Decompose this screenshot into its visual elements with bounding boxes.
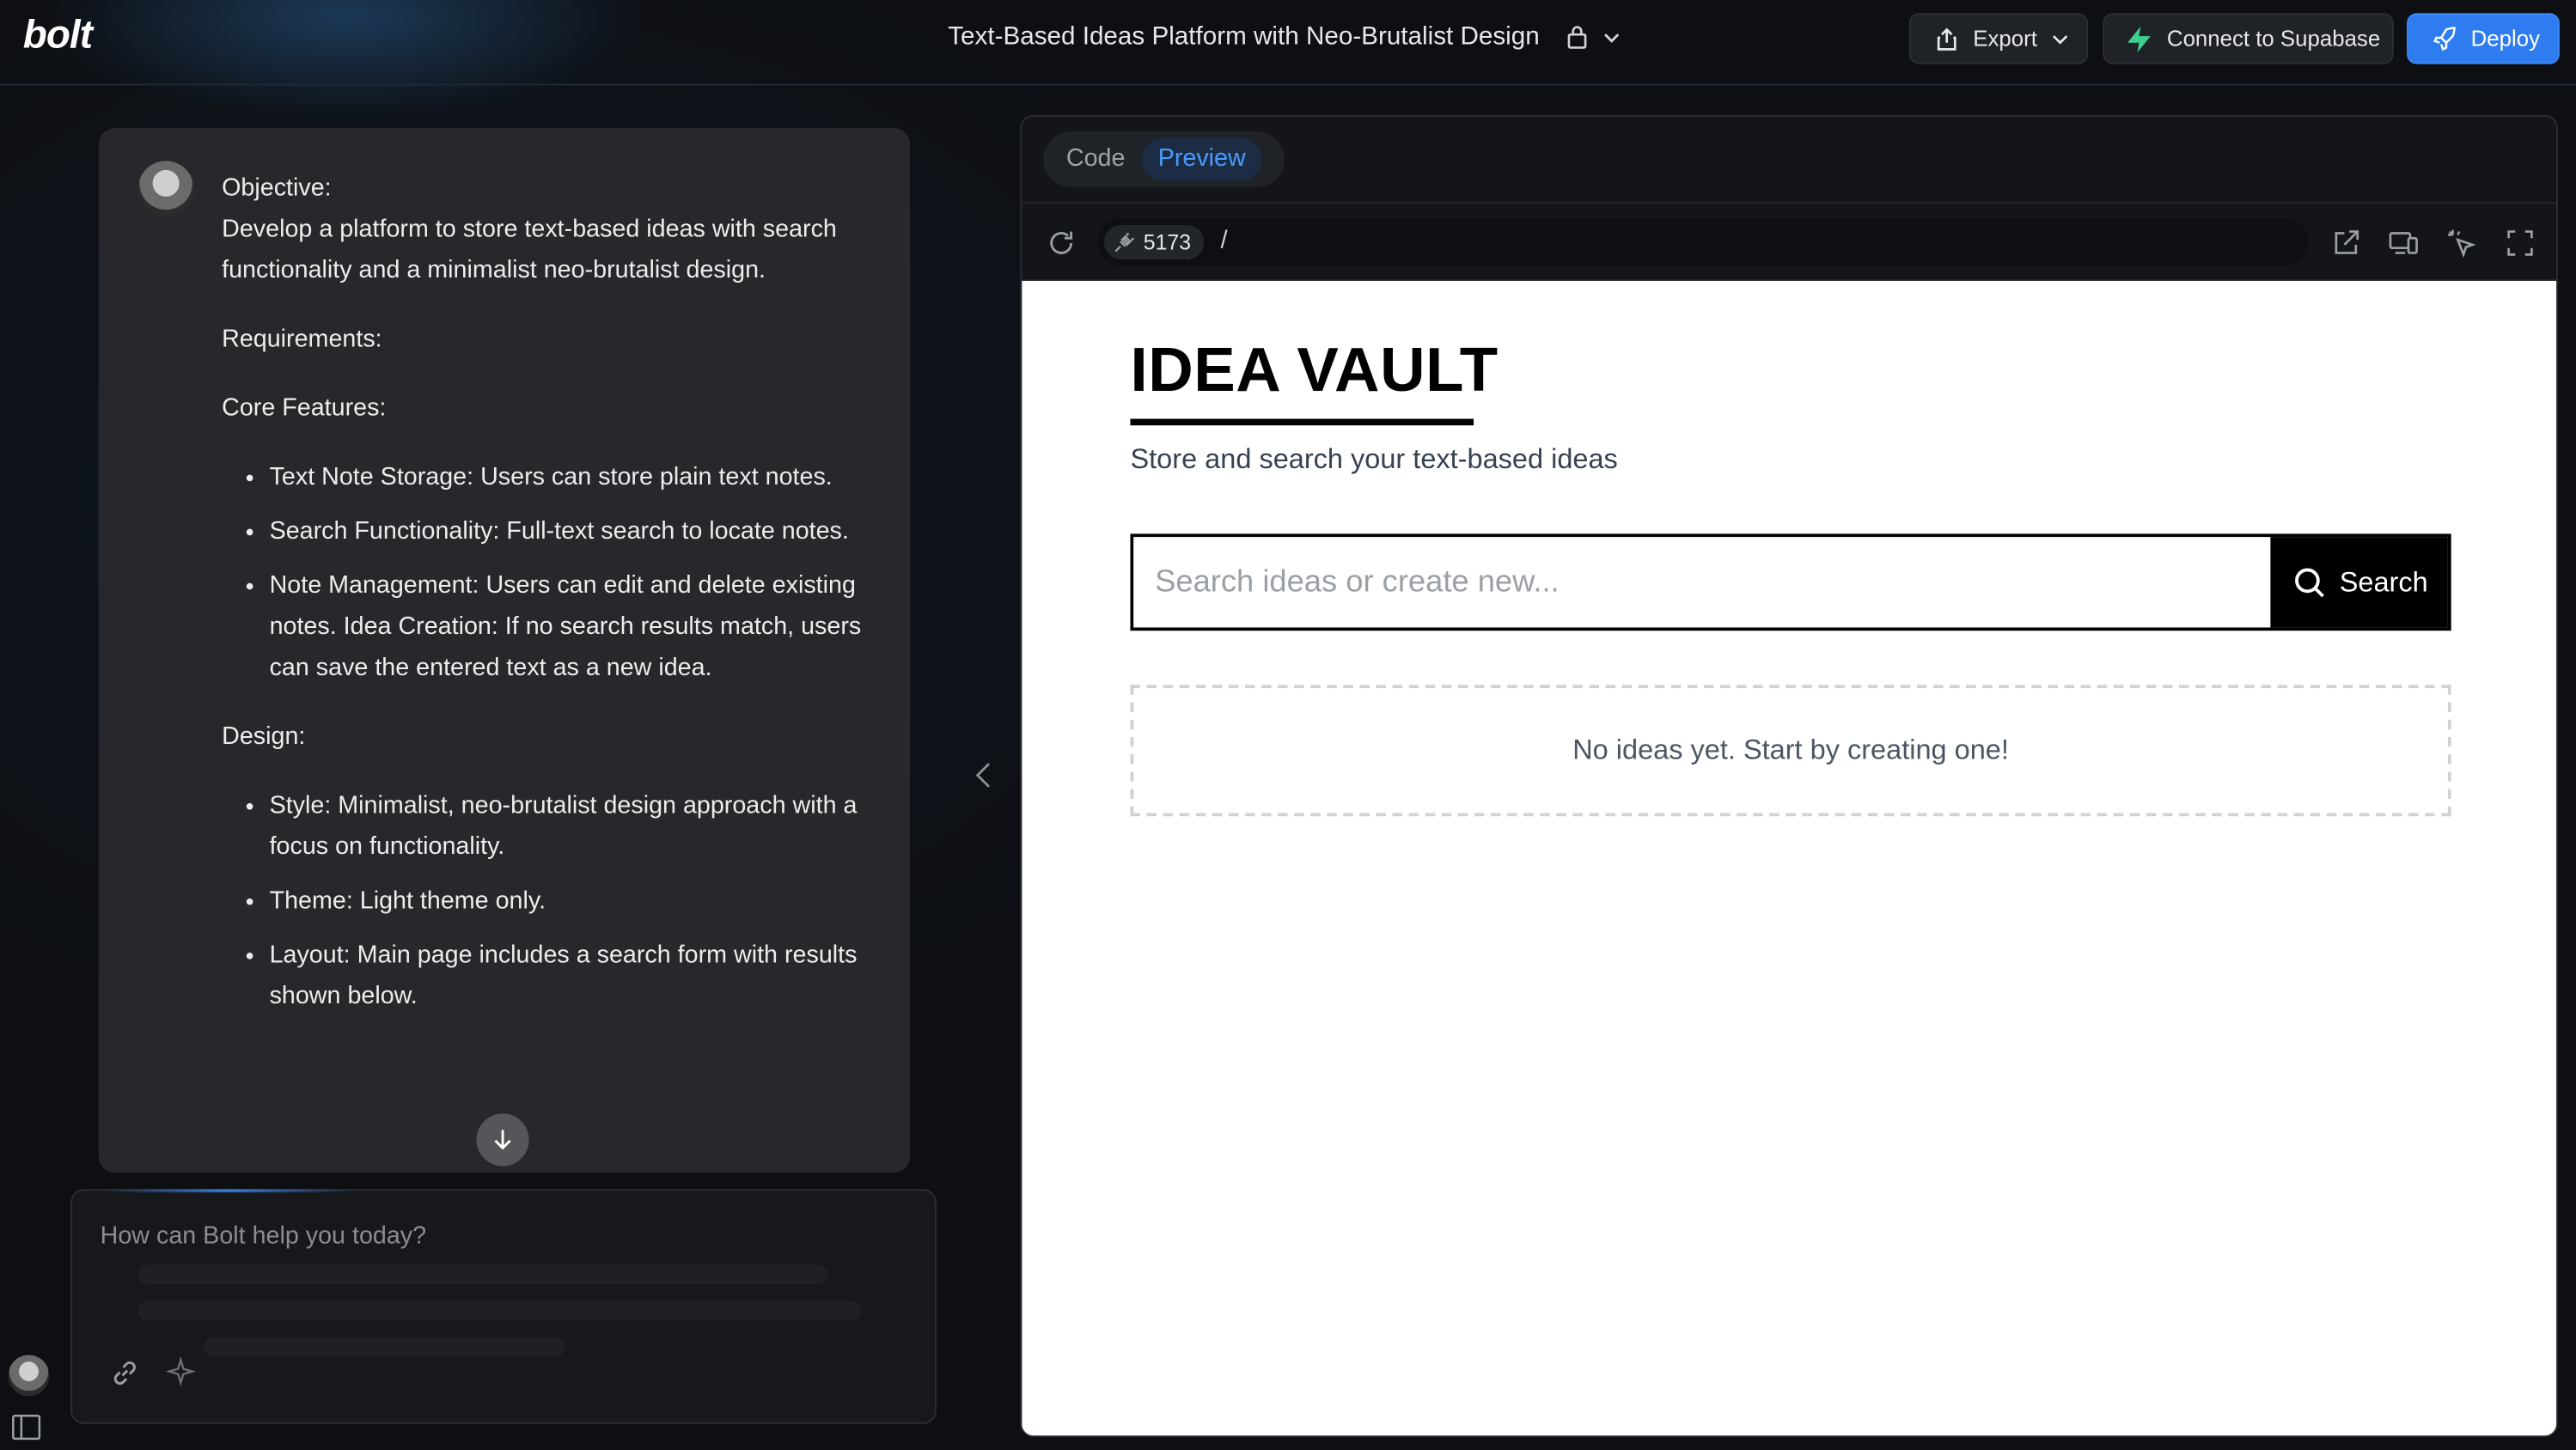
tab-preview[interactable]: Preview — [1141, 137, 1262, 181]
view-tabs: Code Preview — [1043, 131, 1285, 187]
search-button[interactable]: Search — [2270, 537, 2448, 628]
rocket-icon — [2433, 26, 2456, 51]
supabase-label: Connect to Supabase — [2166, 26, 2381, 52]
avatar — [137, 161, 194, 217]
app-root: bolt Text-Based Ideas Platform with Neo-… — [0, 0, 2576, 1450]
scroll-to-bottom-button[interactable] — [476, 1113, 529, 1167]
list-item: Text Note Storage: Users can store plain… — [246, 457, 879, 498]
deploy-label: Deploy — [2470, 26, 2541, 52]
chevron-down-icon — [2053, 34, 2068, 44]
fullscreen-icon[interactable] — [2504, 227, 2536, 259]
list-item: Theme: Light theme only. — [246, 880, 879, 922]
responsive-devices-icon[interactable] — [2387, 227, 2420, 259]
external-link-icon[interactable] — [2329, 227, 2362, 259]
chevron-left-icon[interactable] — [971, 759, 998, 791]
workbench-panel: Code Preview 5173 / IDEA VAULT Store and… — [1020, 114, 2558, 1438]
chat-message-card: Objective: Develop a platform to store t… — [98, 128, 911, 1173]
core-features-list: Text Note Storage: Users can store plain… — [222, 457, 879, 689]
top-header: bolt Text-Based Ideas Platform with Neo-… — [0, 0, 2576, 86]
refresh-icon[interactable] — [1045, 227, 1077, 259]
core-features-heading: Core Features: — [222, 393, 387, 423]
sparkle-icon[interactable] — [164, 1356, 197, 1389]
ghost-line — [204, 1337, 565, 1356]
link-icon[interactable] — [108, 1356, 141, 1389]
empty-message: No ideas yet. Start by creating one! — [1572, 734, 2009, 765]
ghost-line — [138, 1264, 828, 1284]
user-message: Objective: Develop a platform to store t… — [222, 168, 879, 1045]
tab-code[interactable]: Code — [1050, 138, 1142, 181]
preview-frame: IDEA VAULT Store and search your text-ba… — [1022, 280, 2557, 1436]
list-item: Note Management: Users can edit and dele… — [246, 565, 879, 688]
export-button[interactable]: Export — [1908, 13, 2089, 64]
prompt-placeholder: How can Bolt help you today? — [100, 1222, 427, 1251]
requirements-heading: Requirements: — [222, 325, 382, 354]
bolt-logo[interactable]: bolt — [23, 13, 93, 59]
deploy-button[interactable]: Deploy — [2407, 13, 2560, 64]
design-list: Style: Minimalist, neo-brutalist design … — [222, 785, 879, 1017]
preview-toolbar: 5173 / — [1022, 202, 2557, 281]
export-label: Export — [1973, 26, 2037, 52]
lock-icon[interactable] — [1566, 23, 1589, 50]
inspect-cursor-icon[interactable] — [2445, 227, 2477, 259]
user-avatar[interactable] — [8, 1355, 50, 1397]
share-icon — [1937, 27, 1956, 50]
page-title: IDEA VAULT — [1130, 336, 1499, 406]
address-bar[interactable]: 5173 / — [1097, 218, 2309, 266]
search-button-label: Search — [2339, 565, 2428, 598]
search-input[interactable] — [1133, 537, 2271, 628]
objective-heading: Objective: — [222, 174, 332, 203]
port-selector[interactable]: 5173 — [1103, 224, 1205, 260]
sidebar-toggle-icon[interactable] — [11, 1414, 41, 1441]
list-item: Search Functionality: Full-text search t… — [246, 511, 879, 552]
design-heading: Design: — [222, 722, 306, 751]
list-item: Layout: Main page includes a search form… — [246, 935, 879, 1017]
project-title[interactable]: Text-Based Ideas Platform with Neo-Bruta… — [948, 23, 1540, 52]
chevron-down-icon[interactable] — [1600, 27, 1623, 50]
list-item: Style: Minimalist, neo-brutalist design … — [246, 785, 879, 868]
search-form: Search — [1130, 533, 2451, 631]
ghost-line — [138, 1301, 861, 1320]
port-number: 5173 — [1143, 229, 1192, 255]
objective-text: Develop a platform to store text-based i… — [222, 215, 837, 284]
connect-supabase-button[interactable]: Connect to Supabase — [2103, 13, 2394, 64]
input-accent — [105, 1189, 352, 1193]
arrow-down-icon — [494, 1130, 511, 1150]
plug-icon — [1114, 232, 1135, 253]
page-subtitle: Store and search your text-based ideas — [1130, 443, 1618, 475]
prompt-input[interactable]: How can Bolt help you today? — [70, 1189, 937, 1424]
search-icon — [2295, 567, 2324, 597]
title-underline — [1130, 418, 1474, 426]
supabase-icon — [2127, 25, 2151, 52]
empty-state: No ideas yet. Start by creating one! — [1130, 685, 2451, 817]
url-path[interactable]: / — [1221, 227, 1228, 255]
